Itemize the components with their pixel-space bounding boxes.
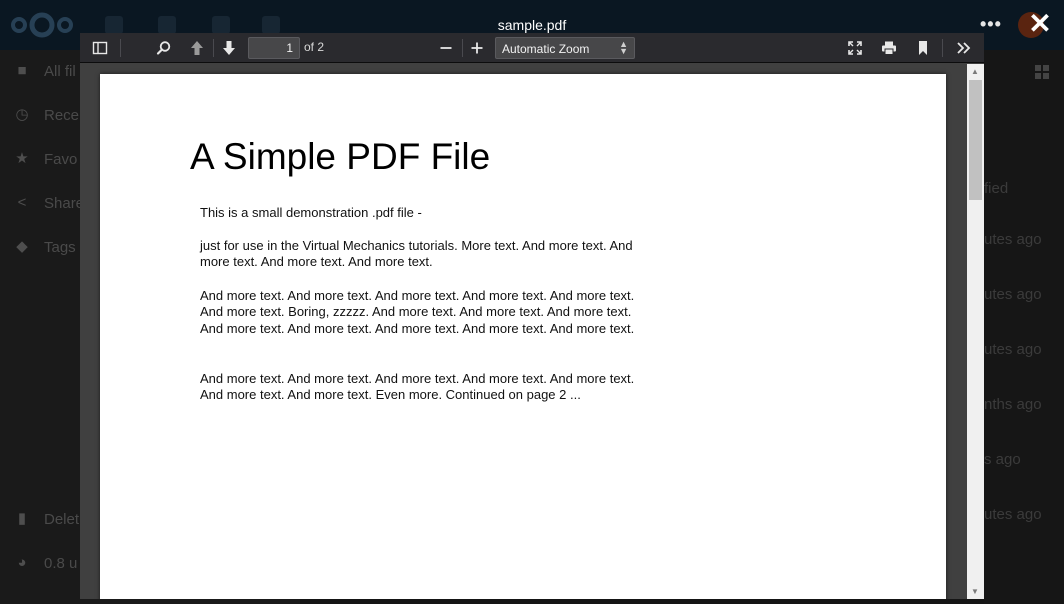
close-viewer-button[interactable]: ✕ [1026,10,1054,38]
modified-cell: utes ago [984,231,1042,248]
document-paragraph: just for use in the Virtual Mechanics tu… [200,238,633,270]
viewer-file-title: sample.pdf [497,17,567,33]
toolbar-separator [462,39,463,57]
fullscreen-icon [848,41,862,55]
tools-menu-button[interactable] [951,36,977,60]
more-actions-icon[interactable]: ••• [980,14,1002,35]
modified-cell: nths ago [984,396,1042,413]
sidebar-item-tags[interactable]: ◆ Tags [0,226,80,270]
arrow-up-icon [191,41,203,55]
toolbar-separator [213,39,214,57]
printer-icon [882,41,896,55]
document-paragraph: And more text. And more text. And more t… [200,288,635,336]
trash-icon: ▮ [17,510,27,527]
star-icon: ★ [15,150,29,167]
sidebar-item-favorites[interactable]: ★ Favo [0,138,80,182]
pdf-viewer: of 2 Automatic Zoom ▲▼ [80,33,984,599]
select-arrows-icon: ▲ ▼ [619,39,628,56]
modified-cell: utes ago [984,341,1042,358]
share-icon: < [17,194,27,211]
zoom-select-value: Automatic Zoom [502,42,590,56]
modified-cell: s ago [984,451,1021,468]
bookmark-icon [919,41,927,55]
zoom-out-button[interactable] [433,36,459,60]
pdf-viewer-container[interactable]: A Simple PDF File This is a small demons… [80,64,984,599]
vertical-scrollbar[interactable]: ▲ ▼ [967,64,984,599]
arrow-down-icon [223,41,235,55]
grid-view-icon[interactable] [1035,65,1049,79]
pie-icon: ◕ [17,554,27,571]
double-chevron-right-icon [957,42,971,54]
pdf-page: A Simple PDF File This is a small demons… [100,74,946,599]
sidebar-item-quota[interactable]: ◕ 0.8 u [0,542,80,586]
clock-icon: ◷ [15,106,29,123]
modified-header: fied [984,180,1009,197]
previous-page-button[interactable] [184,36,210,60]
page-number-input[interactable] [248,37,300,59]
tag-icon: ◆ [16,238,28,255]
toolbar-separator [120,39,121,57]
zoom-in-button[interactable] [464,36,490,60]
folder-icon: ■ [17,62,27,79]
scroll-down-icon[interactable]: ▼ [971,587,979,596]
sidebar-item-shares[interactable]: < Share [0,182,84,226]
toggle-sidebar-button[interactable] [87,36,113,60]
toolbar-separator [942,39,943,57]
search-icon [156,41,171,55]
sidebar-item-all-files[interactable]: ■ All fil [0,50,80,94]
modified-cell: utes ago [984,286,1042,303]
document-paragraph: And more text. And more text. And more t… [200,371,635,403]
document-paragraph: This is a small demonstration .pdf file … [200,205,422,220]
page-count-label: of 2 [304,40,325,54]
modified-cell: utes ago [984,506,1042,523]
sidebar-item-deleted[interactable]: ▮ Delet [0,498,80,542]
scrollbar-thumb[interactable] [969,80,982,200]
find-button[interactable] [151,36,177,60]
scroll-up-icon[interactable]: ▲ [971,67,979,76]
next-page-button[interactable] [216,36,242,60]
presentation-mode-button[interactable] [842,36,868,60]
pdf-toolbar: of 2 Automatic Zoom ▲▼ [80,33,984,63]
zoom-select[interactable]: Automatic Zoom ▲ ▼ [495,37,635,59]
print-button[interactable] [876,36,902,60]
sidebar-toggle-icon [92,41,108,55]
bookmark-button[interactable] [910,36,936,60]
sidebar-item-recent[interactable]: ◷ Recen [0,94,87,138]
minus-icon [440,47,452,49]
plus-icon [471,42,483,54]
document-title: A Simple PDF File [190,136,491,177]
